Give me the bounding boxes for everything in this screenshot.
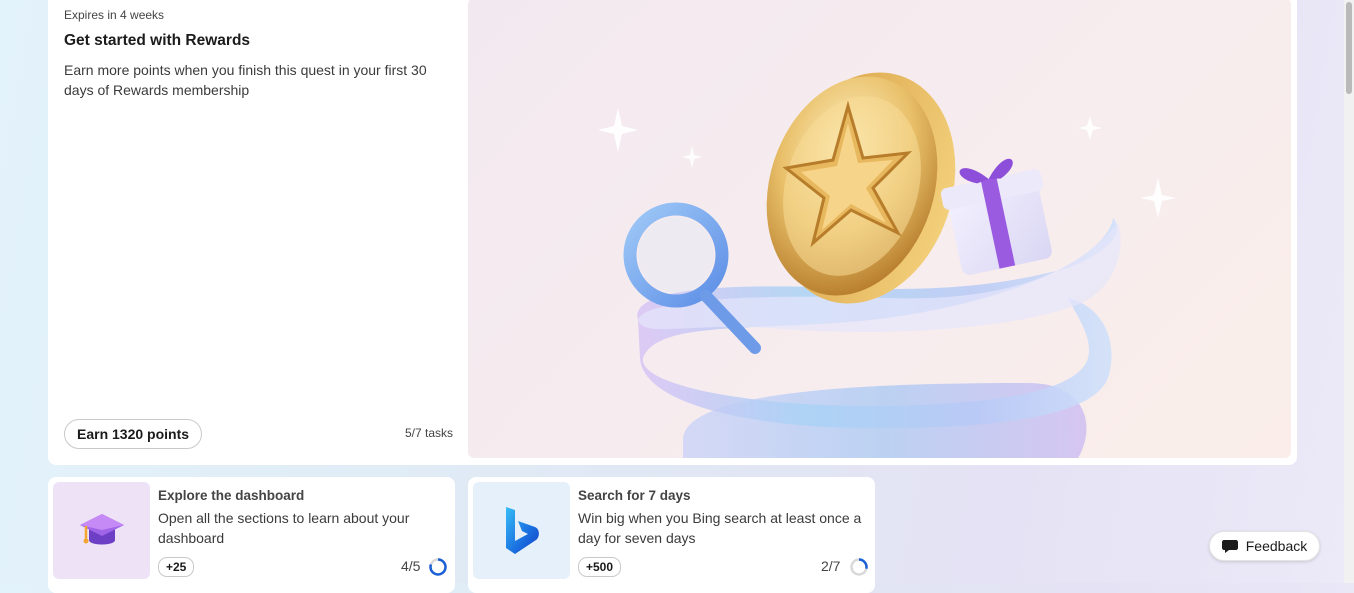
quest-text: Expires in 4 weeks Get started with Rewa… bbox=[64, 8, 444, 100]
feedback-button[interactable]: Feedback bbox=[1209, 531, 1320, 561]
task-progress-ring bbox=[850, 558, 868, 576]
scrollbar-thumb[interactable] bbox=[1346, 2, 1352, 94]
task-points-badge: +500 bbox=[578, 557, 622, 577]
page-scrollbar[interactable] bbox=[1344, 0, 1354, 583]
rewards-illustration-icon bbox=[598, 72, 1176, 458]
task-icon-tile bbox=[53, 482, 150, 579]
task-progress-text: 4/5 bbox=[401, 558, 421, 574]
bing-logo-icon bbox=[505, 506, 539, 554]
quest-tasks-count: 5/7 tasks bbox=[405, 426, 454, 440]
task-progress-text: 2/7 bbox=[821, 558, 841, 574]
task-points-badge: +25 bbox=[158, 557, 195, 577]
quest-card[interactable]: Expires in 4 weeks Get started with Rewa… bbox=[48, 0, 1297, 465]
task-card-explore-dashboard[interactable]: Explore the dashboard Open all the secti… bbox=[48, 477, 455, 593]
task-card-search-7-days[interactable]: Search for 7 days Win big when you Bing … bbox=[468, 477, 875, 593]
quest-expiry: Expires in 4 weeks bbox=[64, 8, 165, 22]
quest-description: Earn more points when you finish this qu… bbox=[64, 62, 427, 98]
quest-title: Get started with Rewards bbox=[64, 32, 251, 49]
chat-bubble-icon bbox=[1221, 539, 1238, 553]
task-icon-tile bbox=[473, 482, 570, 579]
task-title: Search for 7 days bbox=[578, 488, 691, 503]
task-progress-ring bbox=[429, 558, 447, 576]
task-description: Open all the sections to learn about you… bbox=[158, 510, 410, 546]
quest-hero-illustration bbox=[468, 0, 1291, 458]
earn-points-button[interactable]: Earn 1320 points bbox=[64, 419, 203, 449]
task-title: Explore the dashboard bbox=[158, 488, 305, 503]
graduation-cap-icon bbox=[79, 513, 124, 544]
feedback-label: Feedback bbox=[1245, 538, 1308, 554]
task-description: Win big when you Bing search at least on… bbox=[578, 510, 862, 546]
